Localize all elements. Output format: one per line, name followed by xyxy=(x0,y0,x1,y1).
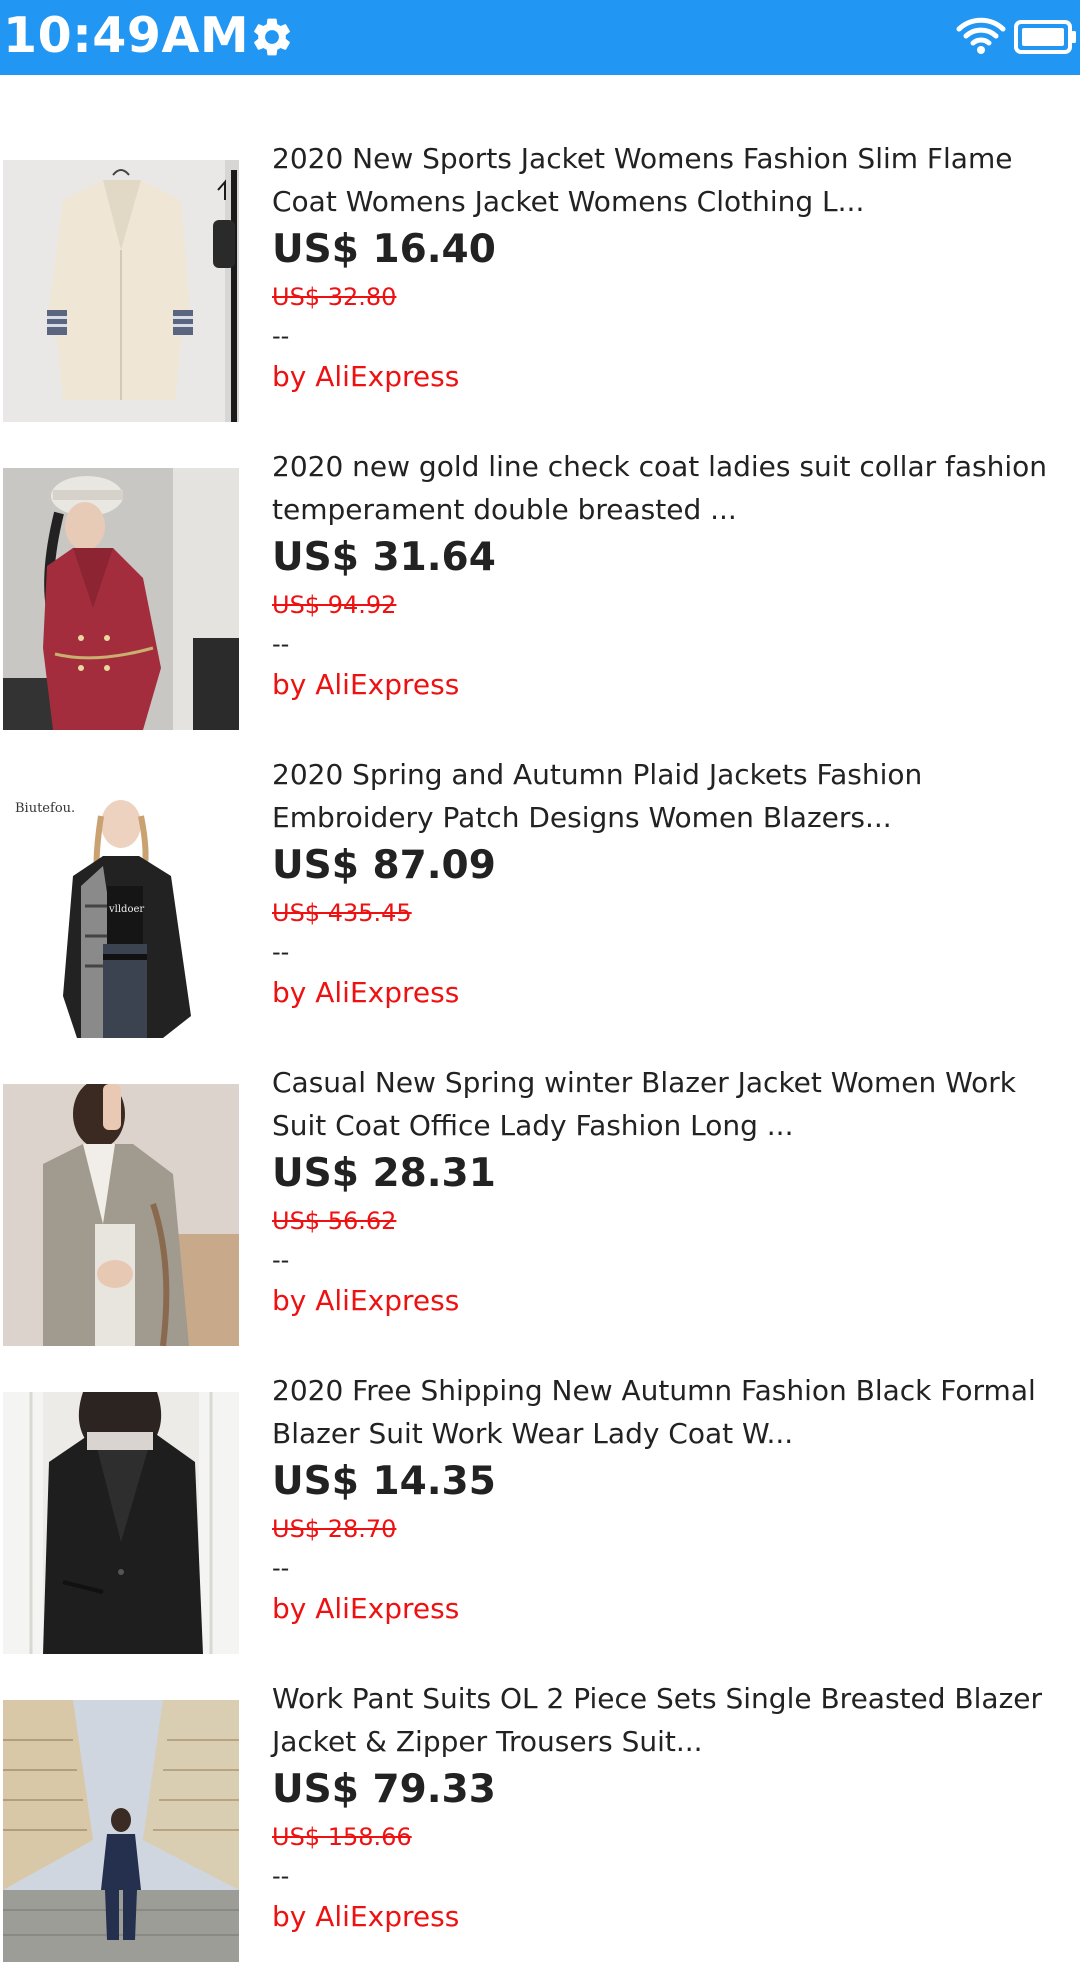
product-rating: -- xyxy=(272,938,290,966)
product-item[interactable]: Biutefou. vlldoer 2020 Spring and Autumn… xyxy=(0,753,1080,1061)
product-title-line: 2020 new gold line check coat ladies sui… xyxy=(272,450,1048,483)
wifi-icon xyxy=(956,17,1006,54)
product-title-line: Blazer Suit Work Wear Lady Coat W... xyxy=(272,1417,794,1450)
product-title-line: Coat Womens Jacket Womens Clothing L... xyxy=(272,185,865,218)
product-original-price: US$ 56.62 xyxy=(272,1207,397,1235)
product-image-red-tweed-coat[interactable] xyxy=(3,468,239,730)
product-image-beige-blazer[interactable] xyxy=(3,160,239,422)
product-item[interactable]: 2020 new gold line check coat ladies sui… xyxy=(0,445,1080,753)
product-rating: -- xyxy=(272,1246,290,1274)
product-image-navy-pant-suit[interactable] xyxy=(3,1700,239,1962)
product-original-price: US$ 158.66 xyxy=(272,1823,412,1851)
product-price: US$ 14.35 xyxy=(272,1459,496,1504)
product-seller[interactable]: by AliExpress xyxy=(272,1587,1078,1631)
product-price: US$ 31.64 xyxy=(272,535,496,580)
product-seller[interactable]: by AliExpress xyxy=(272,1279,1078,1323)
product-rating: -- xyxy=(272,322,290,350)
product-price: US$ 79.33 xyxy=(272,1767,496,1812)
product-rating: -- xyxy=(272,1862,290,1890)
product-seller[interactable]: by AliExpress xyxy=(272,1895,1078,1939)
product-info: Casual New Spring winter Blazer Jacket W… xyxy=(272,1061,1078,1323)
product-title-line: Casual New Spring winter Blazer Jacket W… xyxy=(272,1066,1016,1099)
product-title-line: 2020 Spring and Autumn Plaid Jackets Fas… xyxy=(272,758,923,791)
product-seller[interactable]: by AliExpress xyxy=(272,663,1078,707)
product-image-grey-blazer[interactable] xyxy=(3,1084,239,1346)
product-title-line: Work Pant Suits OL 2 Piece Sets Single B… xyxy=(272,1682,1043,1715)
gear-icon xyxy=(254,18,290,56)
product-rating: -- xyxy=(272,630,290,658)
product-image-logo: Biutefou. xyxy=(15,801,75,816)
product-price: US$ 28.31 xyxy=(272,1151,496,1196)
product-price: US$ 16.40 xyxy=(272,227,496,272)
product-title[interactable]: Work Pant Suits OL 2 Piece Sets Single B… xyxy=(272,1677,1078,1763)
status-time: 10:49AM xyxy=(3,7,250,64)
product-title-line: Suit Coat Office Lady Fashion Long ... xyxy=(272,1109,794,1142)
product-rating: -- xyxy=(272,1554,290,1582)
product-title[interactable]: Casual New Spring winter Blazer Jacket W… xyxy=(272,1061,1078,1147)
svg-text:vlldoer: vlldoer xyxy=(108,904,144,915)
product-title-line: Embroidery Patch Designs Women Blazers..… xyxy=(272,801,892,834)
product-title-line: 2020 Free Shipping New Autumn Fashion Bl… xyxy=(272,1374,1036,1407)
product-item[interactable]: 2020 Free Shipping New Autumn Fashion Bl… xyxy=(0,1369,1080,1677)
product-original-price: US$ 32.80 xyxy=(272,283,397,311)
product-title-line: Jacket & Zipper Trousers Suit... xyxy=(272,1725,703,1758)
product-price: US$ 87.09 xyxy=(272,843,496,888)
product-image-plaid-blazer[interactable]: Biutefou. vlldoer xyxy=(3,776,239,1038)
product-info: 2020 new gold line check coat ladies sui… xyxy=(272,445,1078,707)
product-original-price: US$ 94.92 xyxy=(272,591,397,619)
product-info: 2020 Spring and Autumn Plaid Jackets Fas… xyxy=(272,753,1078,1015)
product-title[interactable]: 2020 Spring and Autumn Plaid Jackets Fas… xyxy=(272,753,1078,839)
product-title-line: 2020 New Sports Jacket Womens Fashion Sl… xyxy=(272,142,1013,175)
product-original-price: US$ 28.70 xyxy=(272,1515,397,1543)
product-title[interactable]: 2020 New Sports Jacket Womens Fashion Sl… xyxy=(272,137,1078,223)
product-info: 2020 New Sports Jacket Womens Fashion Sl… xyxy=(272,137,1078,399)
product-info: Work Pant Suits OL 2 Piece Sets Single B… xyxy=(272,1677,1078,1939)
product-info: 2020 Free Shipping New Autumn Fashion Bl… xyxy=(272,1369,1078,1631)
product-seller[interactable]: by AliExpress xyxy=(272,355,1078,399)
product-image-black-blazer[interactable] xyxy=(3,1392,239,1654)
status-bar: 10:49AM xyxy=(0,0,1080,75)
product-title[interactable]: 2020 Free Shipping New Autumn Fashion Bl… xyxy=(272,1369,1078,1455)
product-seller[interactable]: by AliExpress xyxy=(272,971,1078,1015)
product-item[interactable]: Work Pant Suits OL 2 Piece Sets Single B… xyxy=(0,1677,1080,1985)
product-item[interactable]: Casual New Spring winter Blazer Jacket W… xyxy=(0,1061,1080,1369)
battery-icon xyxy=(1014,20,1076,54)
product-title-line: temperament double breasted ... xyxy=(272,493,737,526)
product-title[interactable]: 2020 new gold line check coat ladies sui… xyxy=(272,445,1078,531)
product-item[interactable]: 2020 New Sports Jacket Womens Fashion Sl… xyxy=(0,137,1080,445)
product-original-price: US$ 435.45 xyxy=(272,899,412,927)
